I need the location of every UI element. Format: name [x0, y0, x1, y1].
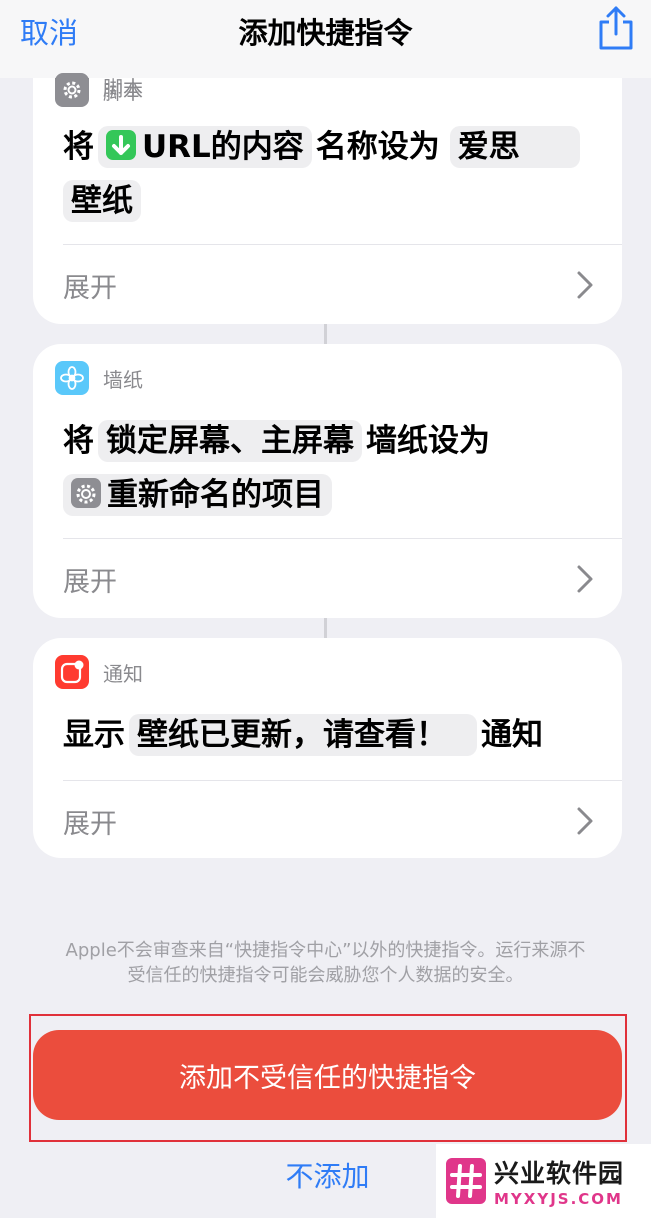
do-not-add-button[interactable]: 不添加 — [260, 1152, 395, 1197]
navigation-bar-overlay: 取消 添加快捷指令 — [0, 0, 651, 78]
chip-label: 壁纸 — [71, 183, 133, 219]
text-chip[interactable]: 锁定屏幕、主屏幕 — [98, 420, 362, 462]
action-connector — [324, 324, 327, 344]
notice-line: 受信任的快捷指令可能会威胁您个人数据的安全。 — [127, 965, 524, 986]
share-icon[interactable] — [596, 4, 636, 52]
chip-label: URL的内容 — [142, 129, 304, 165]
text-chip[interactable]: 爱思 — [449, 126, 580, 168]
expand-row[interactable]: 展开 — [63, 539, 594, 618]
chip-label: 壁纸已更新，请查看！ — [137, 717, 447, 753]
chip-label: 重新命名的项目 — [107, 477, 324, 513]
expand-label: 展开 — [63, 566, 117, 598]
chevron-right-icon — [577, 271, 593, 299]
action-name: 脚本 — [103, 79, 143, 104]
static-text: 显示 — [63, 717, 125, 753]
action-card-notification: 通知 显示 壁纸已更新，请查看！ 通知 展开 — [33, 638, 622, 858]
notice-line: Apple不会审查来自“快捷指令中心”以外的快捷指令。运行来源不 — [65, 940, 586, 961]
action-description: 将锁定屏幕、主屏幕 墙纸设为重新命名的项目 — [63, 414, 602, 522]
text-chip[interactable]: 壁纸 — [63, 180, 141, 222]
chevron-right-icon — [577, 807, 593, 835]
watermark-url: MYXYJS.COM — [494, 1190, 623, 1208]
variable-chip[interactable]: 重新命名的项目 — [63, 474, 332, 516]
notification-icon — [55, 655, 89, 689]
expand-label: 展开 — [63, 272, 117, 304]
static-text: 将 — [63, 423, 94, 459]
static-text: 将 — [63, 129, 94, 165]
action-header-peek: 脚本 — [55, 73, 143, 107]
hash-logo-icon — [446, 1158, 486, 1204]
static-text: 通知 — [481, 717, 543, 753]
expand-row[interactable]: 展开 — [63, 781, 594, 858]
watermark-text: 兴业软件园 MYXYJS.COM — [494, 1154, 624, 1208]
text-chip[interactable]: 壁纸已更新，请查看！ — [129, 714, 477, 756]
action-name: 通知 — [103, 661, 143, 686]
security-notice: Apple不会审查来自“快捷指令中心”以外的快捷指令。运行来源不 受信任的快捷指… — [30, 938, 621, 988]
flower-icon — [55, 361, 89, 395]
expand-label: 展开 — [63, 808, 117, 840]
static-text: 墙纸设为 — [366, 423, 490, 459]
expand-row[interactable]: 展开 — [63, 245, 594, 324]
add-untrusted-shortcut-button[interactable]: 添加不受信任的快捷指令 — [33, 1030, 622, 1120]
static-text: 名称设为 — [315, 129, 440, 165]
page-title: 添加快捷指令 — [238, 16, 413, 50]
watermark-name: 兴业软件园 — [494, 1159, 625, 1188]
chevron-right-icon — [577, 565, 593, 593]
variable-chip[interactable]: URL的内容 — [98, 126, 312, 168]
gear-icon — [55, 73, 89, 107]
action-card-wallpaper: 墙纸 将锁定屏幕、主屏幕 墙纸设为重新命名的项目 展开 — [33, 344, 622, 618]
action-description: 显示 壁纸已更新，请查看！ 通知 — [63, 708, 602, 762]
download-arrow-icon — [106, 130, 136, 160]
chip-label: 爱思 — [457, 129, 520, 165]
action-header: 通知 — [55, 655, 143, 689]
action-name: 墙纸 — [103, 367, 143, 392]
chip-label: 锁定屏幕、主屏幕 — [106, 423, 354, 459]
gear-icon — [71, 478, 101, 508]
watermark: 兴业软件园 MYXYJS.COM — [436, 1144, 651, 1218]
action-description: 将 URL的内容 名称设为 爱思壁纸 — [63, 120, 602, 228]
action-connector — [324, 618, 327, 638]
action-header: 墙纸 — [55, 361, 143, 395]
